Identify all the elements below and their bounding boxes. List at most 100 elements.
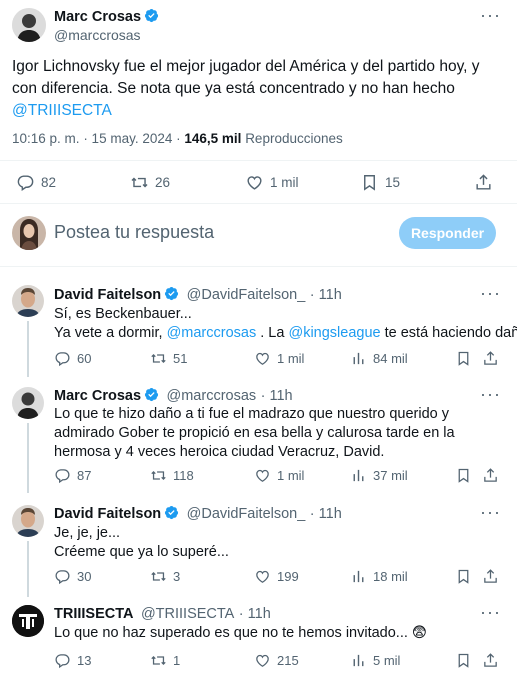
reply-icon <box>54 568 71 585</box>
like-button[interactable]: 1 mil <box>254 467 304 484</box>
share-icon <box>482 568 499 585</box>
views-button[interactable]: 18 mil <box>350 568 408 585</box>
share-icon <box>482 467 499 484</box>
mention-link[interactable]: @TRIIISECTA <box>12 102 112 119</box>
like-icon <box>254 652 271 669</box>
author-handle[interactable]: @marccrosas <box>167 388 257 404</box>
reply-button[interactable]: 30 <box>54 568 91 585</box>
views-button[interactable]: 5 mil <box>350 652 400 669</box>
bookmark-button[interactable] <box>455 350 478 367</box>
author-handle[interactable]: @marccrosas <box>54 27 141 43</box>
author-name[interactable]: Marc Crosas <box>54 388 141 404</box>
tweet-text: Je, je, je... Créeme que ya lo superé... <box>54 525 229 560</box>
reply-button[interactable]: 82 <box>16 173 56 192</box>
tweet-time[interactable]: · 11h <box>310 287 342 303</box>
views-icon <box>350 568 367 585</box>
reply-icon <box>54 467 71 484</box>
reply-button[interactable]: 87 <box>54 467 91 484</box>
views-button[interactable]: 37 mil <box>350 467 408 484</box>
retweet-icon <box>150 652 167 669</box>
retweet-button[interactable]: 1 <box>150 652 180 669</box>
tweet-text: Lo que te hizo daño a ti fue el madrazo … <box>54 406 455 460</box>
avatar-david-faitelson[interactable] <box>12 505 44 537</box>
author-name[interactable]: David Faitelson <box>54 287 161 303</box>
reply-button[interactable]: 13 <box>54 652 91 669</box>
share-icon <box>474 173 493 192</box>
bookmark-button[interactable]: 15 <box>360 173 400 192</box>
share-button[interactable] <box>482 568 505 585</box>
bookmark-button[interactable] <box>455 467 478 484</box>
more-options-icon[interactable]: ··· <box>480 284 501 302</box>
more-options-icon[interactable]: ··· <box>480 385 501 403</box>
bookmark-icon <box>455 350 472 367</box>
like-icon <box>254 467 271 484</box>
retweet-button[interactable]: 51 <box>150 350 187 367</box>
like-button[interactable]: 1 mil <box>254 350 304 367</box>
tweet-date[interactable]: · 15 may. 2024 · <box>83 131 180 146</box>
mention-link[interactable]: @kingsleague <box>288 325 380 341</box>
reply-input[interactable]: Postea tu respuesta <box>54 222 214 243</box>
like-icon <box>254 350 271 367</box>
avatar-marc-crosas[interactable] <box>12 387 44 419</box>
author-handle[interactable]: @DavidFaitelson_ <box>187 287 306 303</box>
reply-icon <box>54 350 71 367</box>
thread-line <box>27 541 29 597</box>
tweet-text: Sí, es Beckenbauer... Ya vete a dormir, … <box>54 306 517 341</box>
avatar-marc-crosas[interactable] <box>12 8 46 42</box>
tweet-time[interactable]: · 11h <box>261 388 293 404</box>
author-name[interactable]: David Faitelson <box>54 506 161 522</box>
views-icon <box>350 467 367 484</box>
verified-icon <box>144 8 159 23</box>
thread-line <box>27 321 29 377</box>
author-name[interactable]: TRIIISECTA <box>54 606 133 622</box>
bookmark-icon <box>455 467 472 484</box>
reply-icon <box>54 652 71 669</box>
more-options-icon[interactable]: ··· <box>480 603 501 621</box>
verified-icon <box>164 505 179 520</box>
tweet-time[interactable]: · 11h <box>239 606 271 622</box>
like-icon <box>245 173 264 192</box>
share-button[interactable] <box>482 350 505 367</box>
bookmark-icon <box>455 652 472 669</box>
views-button[interactable]: 84 mil <box>350 350 408 367</box>
more-options-icon[interactable]: ··· <box>480 6 501 24</box>
more-options-icon[interactable]: ··· <box>480 503 501 521</box>
tweet-time[interactable]: · 11h <box>310 506 342 522</box>
retweet-button[interactable]: 3 <box>150 568 180 585</box>
current-user-avatar <box>12 216 46 250</box>
tweet-meta: 10:16 p. m. · 15 may. 2024 · 146,5 mil R… <box>12 131 343 146</box>
verified-icon <box>164 286 179 301</box>
retweet-icon <box>150 467 167 484</box>
retweet-button[interactable]: 118 <box>150 467 194 484</box>
share-button[interactable] <box>482 467 505 484</box>
share-icon <box>482 652 499 669</box>
bookmark-button[interactable] <box>455 652 478 669</box>
author-handle[interactable]: @TRIIISECTA <box>141 606 234 622</box>
author-handle[interactable]: @DavidFaitelson_ <box>187 506 306 522</box>
author-name[interactable]: Marc Crosas <box>54 9 141 25</box>
like-button[interactable]: 1 mil <box>245 173 299 192</box>
retweet-icon <box>150 568 167 585</box>
like-button[interactable]: 215 <box>254 652 299 669</box>
share-button[interactable] <box>474 173 499 192</box>
verified-icon <box>144 387 159 402</box>
bookmark-icon <box>455 568 472 585</box>
views-label: Reproducciones <box>245 131 343 146</box>
share-button[interactable] <box>482 652 505 669</box>
like-button[interactable]: 199 <box>254 568 299 585</box>
mention-link[interactable]: @marccrosas <box>167 325 257 341</box>
bookmark-icon <box>360 173 379 192</box>
tweet-text: Lo que no haz superado es que no te hemo… <box>54 625 428 641</box>
thread-line <box>27 423 29 493</box>
retweet-icon <box>150 350 167 367</box>
tweet-text: Igor Lichnovsky fue el mejor jugador del… <box>12 58 480 119</box>
avatar-david-faitelson[interactable] <box>12 285 44 317</box>
reply-button[interactable]: 60 <box>54 350 91 367</box>
retweet-button[interactable]: 26 <box>130 173 170 192</box>
reply-submit-button[interactable]: Responder <box>399 217 496 249</box>
avatar-triiisecta[interactable] <box>12 605 44 637</box>
views-icon <box>350 652 367 669</box>
tweet-time[interactable]: 10:16 p. m. <box>12 131 80 146</box>
bookmark-button[interactable] <box>455 568 478 585</box>
like-icon <box>254 568 271 585</box>
